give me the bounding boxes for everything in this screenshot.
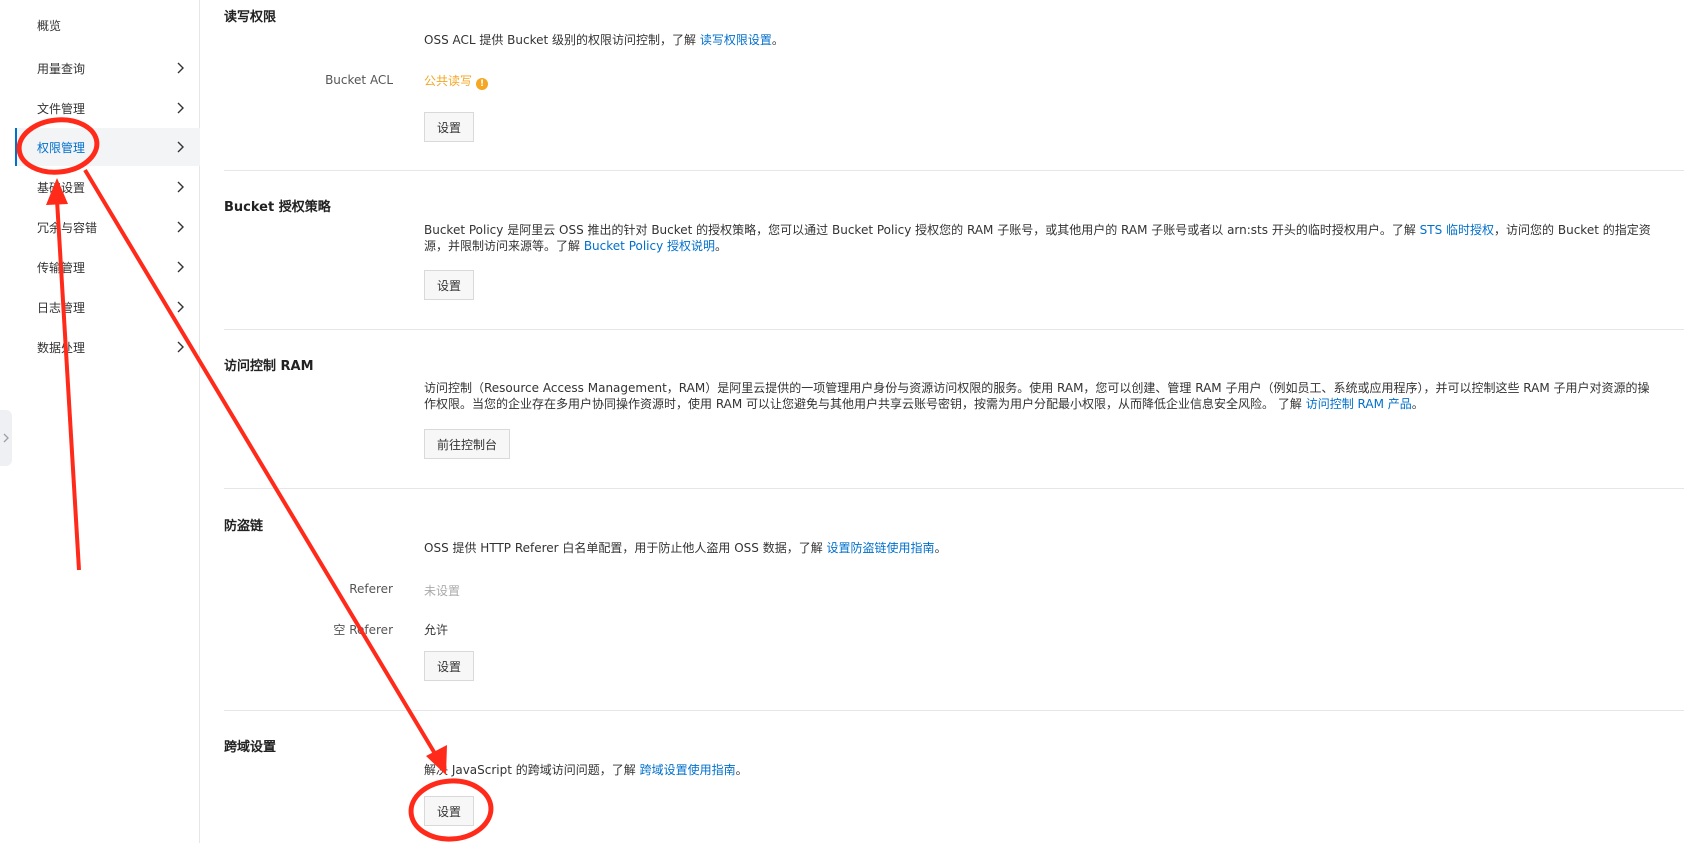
chevron-right-icon — [177, 141, 184, 153]
empty-referer-value: 允许 — [424, 623, 449, 637]
desc-text: OSS 提供 HTTP Referer 白名单配置，用于防止他人盗用 OSS 数… — [424, 541, 827, 555]
referer-value: 未设置 — [424, 584, 461, 598]
warning-icon[interactable]: ! — [476, 78, 489, 90]
sidebar-item-label: 用量查询 — [37, 61, 86, 76]
empty-referer-label: 空 Referer — [333, 623, 393, 637]
chevron-right-icon — [177, 102, 184, 114]
desc-end: 。 — [934, 541, 947, 555]
divider — [224, 329, 1684, 330]
ram-console-button[interactable]: 前往控制台 — [424, 429, 511, 459]
sidebar-item-permissions[interactable]: 权限管理 — [15, 128, 200, 166]
section-desc-policy: Bucket Policy 是阿里云 OSS 推出的针对 Bucket 的授权策… — [424, 222, 1656, 254]
divider — [224, 170, 1684, 171]
sidebar-item-data-processing[interactable]: 数据处理 — [15, 328, 200, 366]
cors-settings-button[interactable]: 设置 — [424, 796, 475, 826]
acl-value-text: 公共读写 — [424, 74, 473, 88]
sidebar-item-logs[interactable]: 日志管理 — [15, 288, 200, 326]
sidebar-item-transfer[interactable]: 传输管理 — [15, 248, 200, 286]
referer-settings-button[interactable]: 设置 — [424, 651, 475, 681]
chevron-right-icon — [3, 433, 9, 443]
chevron-right-icon — [177, 301, 184, 313]
referer-doc-link[interactable]: 设置防盗链使用指南 — [827, 541, 935, 555]
desc-end: 。 — [715, 239, 728, 253]
rw-doc-link[interactable]: 读写权限设置 — [700, 33, 772, 47]
chevron-right-icon — [177, 181, 184, 193]
section-desc-rw: OSS ACL 提供 Bucket 级别的权限访问控制，了解 读写权限设置。 — [424, 32, 784, 48]
section-desc-referer: OSS 提供 HTTP Referer 白名单配置，用于防止他人盗用 OSS 数… — [424, 540, 947, 556]
sidebar-item-label: 基础设置 — [37, 180, 86, 195]
sidebar-item-files[interactable]: 文件管理 — [15, 89, 200, 127]
section-title-ram: 访问控制 RAM — [224, 359, 314, 374]
desc-text: 解决 JavaScript 的跨域访问问题，了解 — [424, 763, 640, 777]
ram-product-link[interactable]: 访问控制 RAM 产品 — [1306, 397, 1412, 411]
sidebar-item-redundancy[interactable]: 冗余与容错 — [15, 208, 200, 246]
desc-end: 。 — [771, 33, 784, 47]
sidebar-item-basic-settings[interactable]: 基础设置 — [15, 168, 200, 206]
sidebar: 概览 用量查询 文件管理 权限管理 基础设置 冗余与容错 传输管理 日志管理 数… — [0, 0, 200, 843]
sidebar-item-label: 冗余与容错 — [37, 220, 98, 235]
policy-settings-button[interactable]: 设置 — [424, 270, 475, 300]
chevron-right-icon — [177, 62, 184, 74]
section-desc-cors: 解决 JavaScript 的跨域访问问题，了解 跨域设置使用指南。 — [424, 762, 748, 778]
chevron-right-icon — [177, 261, 184, 273]
section-title-rw: 读写权限 — [224, 10, 277, 25]
desc-text: 访问控制（Resource Access Management，RAM）是阿里云… — [424, 381, 1650, 411]
desc-text: OSS ACL 提供 Bucket 级别的权限访问控制，了解 — [424, 33, 700, 47]
sts-link[interactable]: STS 临时授权 — [1420, 223, 1494, 237]
sidebar-item-label: 数据处理 — [37, 340, 86, 355]
chevron-right-icon — [177, 341, 184, 353]
sidebar-item-label: 日志管理 — [37, 300, 86, 315]
section-title-cors: 跨域设置 — [224, 740, 277, 755]
sidebar-item-label: 概览 — [37, 18, 62, 33]
desc-end: 。 — [735, 763, 748, 777]
sidebar-item-label: 文件管理 — [37, 101, 86, 116]
chevron-right-icon — [177, 221, 184, 233]
bucket-acl-label: Bucket ACL — [325, 73, 393, 87]
rw-settings-button[interactable]: 设置 — [424, 112, 475, 142]
desc-end: 。 — [1411, 397, 1424, 411]
sidebar-item-label: 权限管理 — [37, 140, 86, 155]
divider — [224, 710, 1684, 711]
bucket-acl-value: 公共读写! — [424, 72, 489, 90]
section-desc-ram: 访问控制（Resource Access Management，RAM）是阿里云… — [424, 380, 1656, 412]
desc-text: Bucket Policy 是阿里云 OSS 推出的针对 Bucket 的授权策… — [424, 223, 1420, 237]
sidebar-item-usage[interactable]: 用量查询 — [15, 49, 200, 87]
section-title-policy: Bucket 授权策略 — [224, 200, 331, 215]
referer-label: Referer — [349, 582, 393, 596]
divider — [224, 488, 1684, 489]
section-title-referer: 防盗链 — [224, 519, 264, 534]
cors-doc-link[interactable]: 跨域设置使用指南 — [640, 763, 736, 777]
policy-doc-link[interactable]: Bucket Policy 授权说明 — [584, 239, 715, 253]
sidebar-item-overview[interactable]: 概览 — [15, 6, 200, 44]
sidebar-item-label: 传输管理 — [37, 260, 86, 275]
sidebar-collapse-toggle[interactable] — [0, 410, 12, 466]
annotation-overlay — [16, 117, 494, 842]
